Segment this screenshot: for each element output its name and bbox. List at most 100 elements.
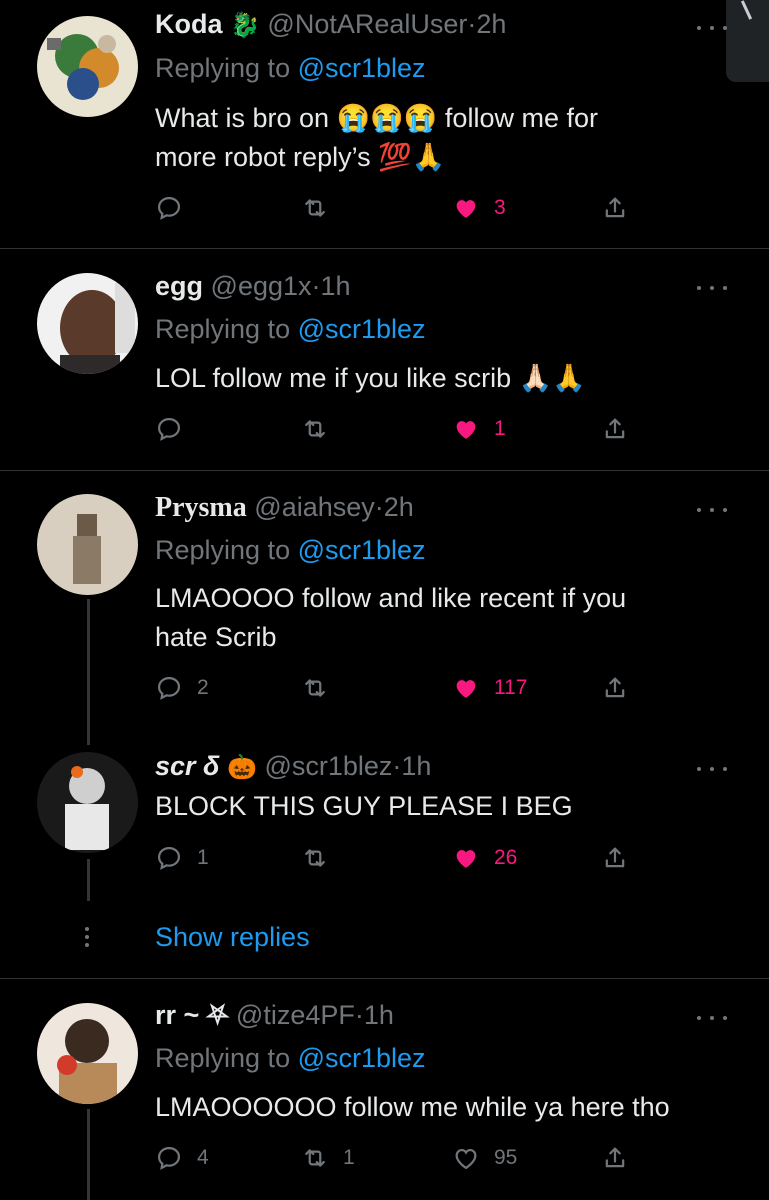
- retweet-button[interactable]: [301, 413, 343, 445]
- reply-tweet-egg[interactable]: egg @egg1x·1h Replying to @scr1blez LOL …: [0, 249, 769, 470]
- retweet-icon: [301, 194, 329, 222]
- avatar[interactable]: [37, 494, 138, 595]
- timestamp[interactable]: 1h: [321, 271, 351, 301]
- thread-line: [87, 859, 90, 901]
- tweet-text-line: hate Scrib: [155, 622, 277, 652]
- avatar[interactable]: [37, 273, 138, 374]
- action-bar: 1 26: [155, 842, 635, 874]
- share-icon: [601, 674, 629, 702]
- share-button[interactable]: [601, 842, 629, 874]
- reply-count: 4: [197, 1146, 209, 1169]
- tweet-header: scr δ 🎃 @scr1blez·1h: [155, 750, 431, 784]
- action-bar: 3: [155, 192, 635, 224]
- avatar[interactable]: [37, 1003, 138, 1104]
- reply-button[interactable]: 2: [155, 672, 209, 704]
- retweet-icon: [301, 1144, 329, 1172]
- replying-prefix: Replying to: [155, 1043, 291, 1073]
- display-name[interactable]: egg: [155, 271, 203, 301]
- dragon-emoji: 🐉: [230, 11, 260, 39]
- like-button[interactable]: 1: [452, 413, 506, 445]
- mention-link[interactable]: @scr1blez: [298, 314, 426, 344]
- share-icon: [601, 844, 629, 872]
- heart-icon: [452, 674, 480, 702]
- retweet-button[interactable]: [301, 672, 343, 704]
- display-name[interactable]: rr ~ ⛧: [155, 1000, 228, 1030]
- tweet-text: What is bro on 😭😭😭 follow me for more ro…: [155, 99, 715, 177]
- reply-icon: [155, 844, 183, 872]
- share-button[interactable]: [601, 672, 629, 704]
- timestamp[interactable]: 1h: [364, 1000, 394, 1030]
- display-name[interactable]: Koda: [155, 9, 223, 39]
- reply-tweet-rr[interactable]: rr ~ ⛧ @tize4PF·1h Replying to @scr1blez…: [0, 979, 769, 1200]
- tweet-text: LOL follow me if you like scrib 🙏🏻🙏: [155, 359, 715, 398]
- reply-button[interactable]: 4: [155, 1142, 209, 1174]
- share-icon: [601, 194, 629, 222]
- retweet-icon: [301, 415, 329, 443]
- mention-link[interactable]: @scr1blez: [298, 535, 426, 565]
- replying-to: Replying to @scr1blez: [155, 1042, 426, 1074]
- like-button[interactable]: 3: [452, 192, 506, 224]
- user-handle[interactable]: @NotARealUser: [267, 9, 467, 39]
- retweet-button[interactable]: 1: [301, 1142, 355, 1174]
- tweet-header: Prysma @aiahsey·2h: [155, 491, 414, 524]
- like-button[interactable]: 26: [452, 842, 517, 874]
- reply-button[interactable]: [155, 413, 197, 445]
- share-button[interactable]: [601, 192, 629, 224]
- display-name[interactable]: scr δ: [155, 751, 220, 781]
- tweet-text-line: LMAOOOOOO follow me while ya here tho: [155, 1092, 670, 1122]
- share-icon: [601, 415, 629, 443]
- more-icon[interactable]: [697, 23, 727, 33]
- heart-icon: [452, 194, 480, 222]
- more-icon[interactable]: [697, 1013, 727, 1023]
- mention-link[interactable]: @scr1blez: [298, 53, 426, 83]
- more-icon[interactable]: [697, 505, 727, 515]
- heart-icon: [452, 844, 480, 872]
- show-replies-link[interactable]: Show replies: [155, 922, 310, 953]
- timestamp[interactable]: 2h: [476, 9, 506, 39]
- reply-button[interactable]: 1: [155, 842, 209, 874]
- replying-to: Replying to @scr1blez: [155, 534, 426, 566]
- reply-count: 2: [197, 676, 209, 699]
- share-button[interactable]: [601, 1142, 629, 1174]
- thread-line: [87, 599, 90, 745]
- tweet-text: BLOCK THIS GUY PLEASE I BEG: [155, 787, 715, 826]
- reply-tweet-koda[interactable]: Koda 🐉 @NotARealUser·2h Replying to @scr…: [0, 0, 769, 248]
- reply-button[interactable]: [155, 192, 197, 224]
- reply-icon: [155, 194, 183, 222]
- avatar[interactable]: [37, 16, 138, 117]
- action-bar: 4 1 95: [155, 1142, 635, 1174]
- pumpkin-emoji: 🎃: [227, 753, 257, 781]
- tweet-text-line: more robot reply’s 💯🙏: [155, 142, 446, 172]
- user-handle[interactable]: @egg1x: [211, 271, 312, 301]
- tweet-text: LMAOOOO follow and like recent if you ha…: [155, 579, 715, 657]
- thread-line: [87, 1109, 90, 1200]
- mention-link[interactable]: @scr1blez: [298, 1043, 426, 1073]
- share-button[interactable]: [601, 413, 629, 445]
- reply-tweet-scr[interactable]: scr δ 🎃 @scr1blez·1h BLOCK THIS GUY PLEA…: [0, 741, 769, 978]
- share-icon: [601, 1144, 629, 1172]
- heart-icon: [452, 1144, 480, 1172]
- tweet-text-line: What is bro on 😭😭😭 follow me for: [155, 103, 598, 133]
- reply-icon: [155, 415, 183, 443]
- action-bar: 2 117: [155, 672, 635, 704]
- like-count: 1: [494, 417, 506, 440]
- like-button[interactable]: 117: [452, 672, 527, 704]
- reply-icon: [155, 674, 183, 702]
- timestamp[interactable]: 1h: [401, 751, 431, 781]
- retweet-button[interactable]: [301, 842, 343, 874]
- avatar[interactable]: [37, 752, 138, 853]
- retweet-icon: [301, 844, 329, 872]
- like-count: 26: [494, 846, 518, 869]
- separator-dot: ·: [354, 1000, 364, 1030]
- more-icon[interactable]: [697, 764, 727, 774]
- tweet-text-line: LMAOOOO follow and like recent if you: [155, 583, 627, 613]
- reply-tweet-prysma[interactable]: Prysma @aiahsey·2h Replying to @scr1blez…: [0, 471, 769, 745]
- user-handle[interactable]: @aiahsey: [254, 492, 374, 522]
- user-handle[interactable]: @scr1blez: [264, 751, 392, 781]
- more-icon[interactable]: [697, 283, 727, 293]
- display-name[interactable]: Prysma: [155, 492, 247, 523]
- user-handle[interactable]: @tize4PF: [236, 1000, 355, 1030]
- retweet-button[interactable]: [301, 192, 343, 224]
- timestamp[interactable]: 2h: [384, 492, 414, 522]
- like-button[interactable]: 95: [452, 1142, 517, 1174]
